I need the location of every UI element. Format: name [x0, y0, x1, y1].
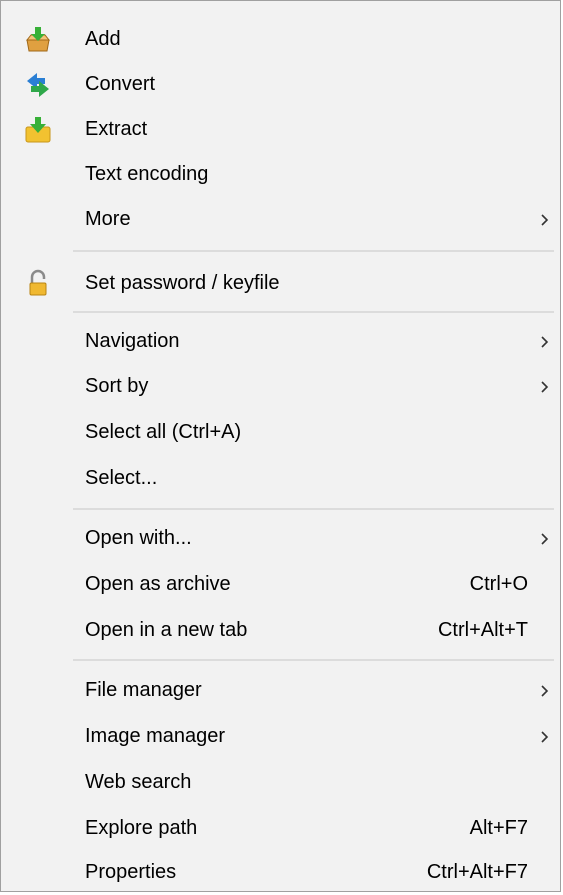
menu-separator [73, 508, 554, 510]
menu-item-explore-path[interactable]: Explore path Alt+F7 [1, 806, 560, 851]
menu-item-set-password[interactable]: Set password / keyfile [1, 261, 560, 306]
menu-item-extract[interactable]: Extract [1, 107, 560, 152]
extract-icon [23, 115, 53, 145]
menu-item-label: Select all (Ctrl+A) [85, 421, 242, 443]
menu-item-label: Set password / keyfile [85, 272, 280, 294]
chevron-right-icon [538, 529, 552, 549]
menu-item-label: Add [85, 28, 121, 50]
menu-item-shortcut: Ctrl+O [469, 573, 528, 595]
menu-item-open-with[interactable]: Open with... [1, 516, 560, 561]
menu-item-label: Text encoding [85, 163, 209, 185]
menu-item-label: Sort by [85, 375, 149, 397]
chevron-right-icon [538, 332, 552, 352]
menu-item-label: File manager [85, 679, 202, 701]
menu-item-label: Web search [85, 771, 192, 793]
padlock-icon [23, 269, 53, 299]
menu-item-add[interactable]: Add [1, 17, 560, 62]
menu-item-shortcut: Alt+F7 [469, 817, 528, 839]
menu-separator [73, 311, 554, 313]
context-menu: Add Convert Extract Text encoding More S… [0, 0, 561, 892]
menu-item-label: More [85, 208, 131, 230]
chevron-right-icon [538, 681, 552, 701]
menu-item-label: Convert [85, 73, 156, 95]
menu-item-label: Select... [85, 467, 158, 489]
menu-item-open-as-archive[interactable]: Open as archive Ctrl+O [1, 562, 560, 607]
chevron-right-icon [538, 377, 552, 397]
menu-item-label: Extract [85, 118, 148, 140]
menu-item-open-in-new-tab[interactable]: Open in a new tab Ctrl+Alt+T [1, 608, 560, 653]
menu-item-select[interactable]: Select... [1, 456, 560, 501]
menu-item-select-all[interactable]: Select all (Ctrl+A) [1, 410, 560, 455]
menu-item-label: Open with... [85, 527, 192, 549]
menu-item-web-search[interactable]: Web search [1, 760, 560, 805]
add-archive-icon [23, 25, 53, 55]
menu-item-label: Image manager [85, 725, 226, 747]
menu-separator [73, 659, 554, 661]
menu-item-navigation[interactable]: Navigation [1, 319, 560, 364]
chevron-right-icon [538, 727, 552, 747]
menu-separator [73, 250, 554, 252]
menu-item-label: Properties [85, 861, 177, 883]
menu-item-text-encoding[interactable]: Text encoding [1, 152, 560, 197]
menu-item-convert[interactable]: Convert [1, 62, 560, 107]
menu-item-shortcut: Ctrl+Alt+T [437, 619, 528, 641]
menu-item-properties[interactable]: Properties Ctrl+Alt+F7 [1, 850, 560, 895]
menu-item-label: Open in a new tab [85, 619, 248, 641]
menu-item-sort-by[interactable]: Sort by [1, 364, 560, 409]
menu-item-label: Open as archive [85, 573, 231, 595]
menu-item-shortcut: Ctrl+Alt+F7 [426, 861, 528, 883]
menu-item-more[interactable]: More [1, 197, 560, 242]
chevron-right-icon [538, 210, 552, 230]
menu-item-image-manager[interactable]: Image manager [1, 714, 560, 759]
menu-item-file-manager[interactable]: File manager [1, 668, 560, 713]
convert-icon [23, 70, 53, 100]
menu-item-label: Explore path [85, 817, 198, 839]
menu-item-label: Navigation [85, 330, 180, 352]
